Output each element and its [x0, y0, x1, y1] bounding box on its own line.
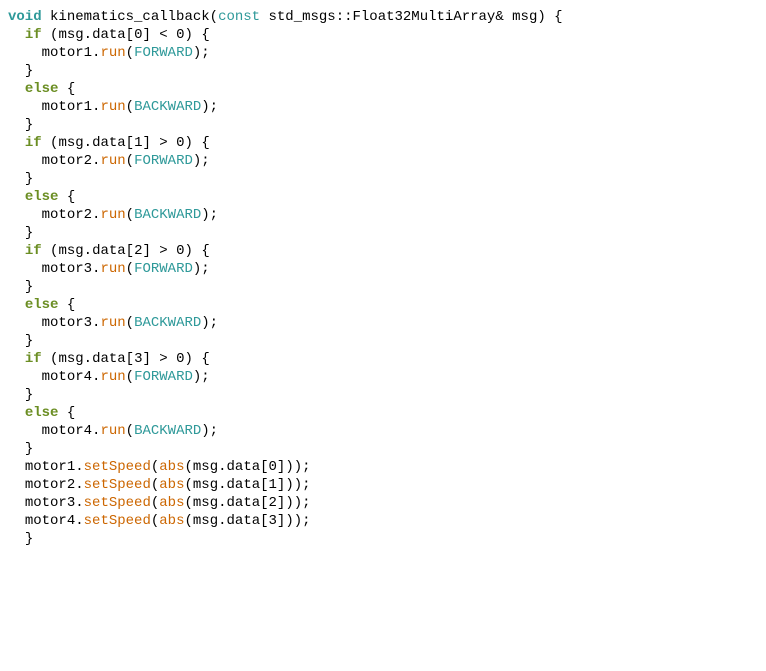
code-line: else {	[8, 189, 75, 205]
code-line: }	[8, 117, 33, 133]
const-forward: FORWARD	[134, 369, 193, 385]
method-setspeed: setSpeed	[84, 477, 151, 493]
code-line: motor3.setSpeed(abs(msg.data[2]));	[8, 495, 311, 511]
fn-abs: abs	[159, 459, 184, 475]
const-backward: BACKWARD	[134, 423, 201, 439]
code-line: else {	[8, 81, 75, 97]
code-line: motor4.run(FORWARD);	[8, 369, 210, 385]
method-setspeed: setSpeed	[84, 513, 151, 529]
method-run: run	[100, 153, 125, 169]
code-line: if (msg.data[1] > 0) {	[8, 135, 210, 151]
code-line: motor2.run(BACKWARD);	[8, 207, 218, 223]
function-name: kinematics_callback	[50, 9, 210, 25]
code-line: if (msg.data[0] < 0) {	[8, 27, 210, 43]
keyword-else: else	[25, 189, 59, 205]
keyword-if: if	[25, 135, 42, 151]
fn-abs: abs	[159, 495, 184, 511]
const-forward: FORWARD	[134, 153, 193, 169]
code-line: else {	[8, 297, 75, 313]
const-forward: FORWARD	[134, 261, 193, 277]
const-backward: BACKWARD	[134, 99, 201, 115]
const-backward: BACKWARD	[134, 207, 201, 223]
const-backward: BACKWARD	[134, 315, 201, 331]
keyword-void: void	[8, 9, 42, 25]
code-line: }	[8, 531, 33, 547]
fn-abs: abs	[159, 477, 184, 493]
method-setspeed: setSpeed	[84, 495, 151, 511]
method-run: run	[100, 315, 125, 331]
code-line: }	[8, 225, 33, 241]
code-line: }	[8, 387, 33, 403]
code-line: if (msg.data[2] > 0) {	[8, 243, 210, 259]
code-line: motor1.run(FORWARD);	[8, 45, 210, 61]
keyword-if: if	[25, 27, 42, 43]
method-run: run	[100, 261, 125, 277]
code-editor: void kinematics_callback(const std_msgs:…	[0, 0, 766, 664]
method-run: run	[100, 207, 125, 223]
type-name: std_msgs::Float32MultiArray	[268, 9, 495, 25]
code-line: motor3.run(FORWARD);	[8, 261, 210, 277]
method-run: run	[100, 99, 125, 115]
code-line: }	[8, 63, 33, 79]
method-run: run	[100, 45, 125, 61]
param-name: msg	[512, 9, 537, 25]
keyword-if: if	[25, 351, 42, 367]
keyword-else: else	[25, 297, 59, 313]
code-line: }	[8, 333, 33, 349]
method-run: run	[100, 423, 125, 439]
code-line: motor4.run(BACKWARD);	[8, 423, 218, 439]
method-run: run	[100, 369, 125, 385]
keyword-else: else	[25, 81, 59, 97]
code-line: }	[8, 171, 33, 187]
fn-abs: abs	[159, 513, 184, 529]
code-line: motor1.setSpeed(abs(msg.data[0]));	[8, 459, 311, 475]
code-line: void kinematics_callback(const std_msgs:…	[8, 9, 563, 25]
code-line: if (msg.data[3] > 0) {	[8, 351, 210, 367]
code-line: motor4.setSpeed(abs(msg.data[3]));	[8, 513, 311, 529]
code-line: motor1.run(BACKWARD);	[8, 99, 218, 115]
keyword-else: else	[25, 405, 59, 421]
code-line: motor2.setSpeed(abs(msg.data[1]));	[8, 477, 311, 493]
code-line: else {	[8, 405, 75, 421]
code-line: }	[8, 441, 33, 457]
code-line: }	[8, 279, 33, 295]
code-line: motor3.run(BACKWARD);	[8, 315, 218, 331]
keyword-const: const	[218, 9, 260, 25]
method-setspeed: setSpeed	[84, 459, 151, 475]
keyword-if: if	[25, 243, 42, 259]
code-line: motor2.run(FORWARD);	[8, 153, 210, 169]
const-forward: FORWARD	[134, 45, 193, 61]
